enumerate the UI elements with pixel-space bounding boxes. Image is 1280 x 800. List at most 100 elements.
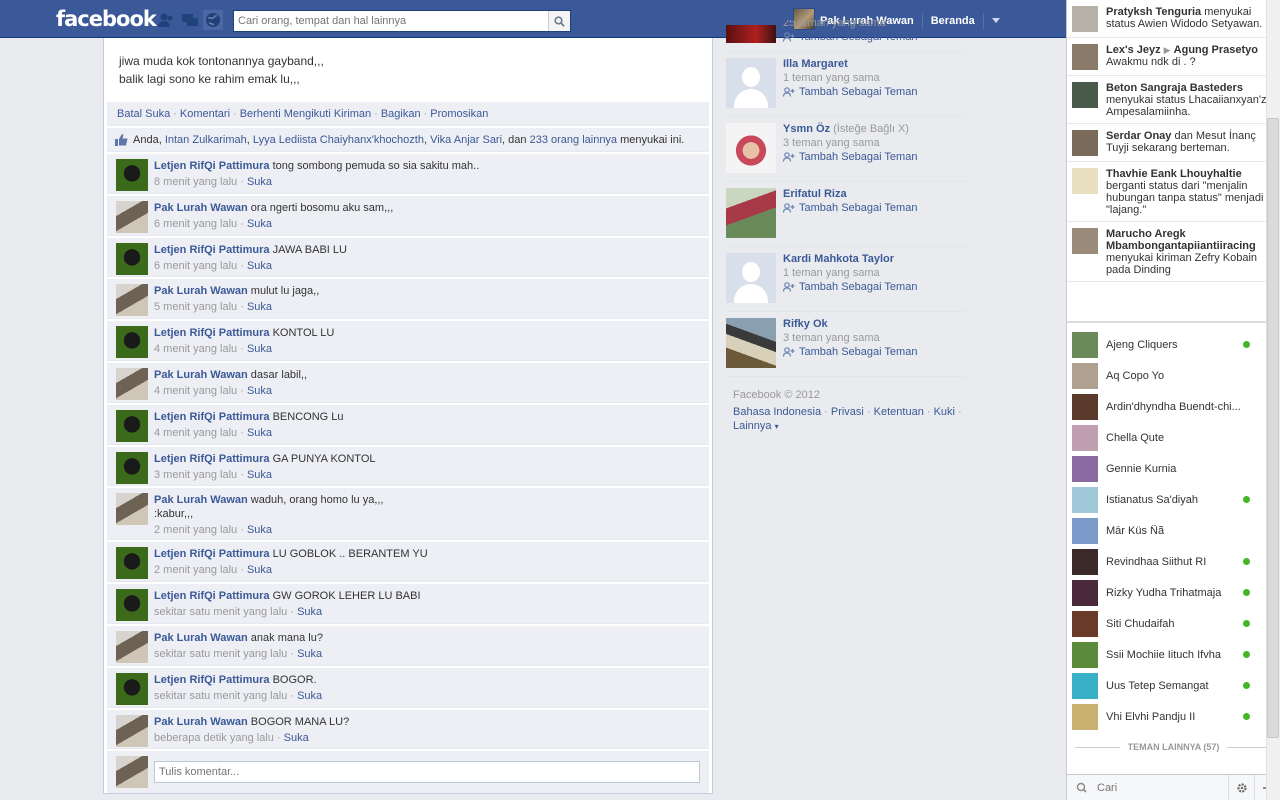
commenter-name-link[interactable]: Letjen RifQi Pattimura	[154, 674, 270, 686]
mutual-friends[interactable]: 3 teman yang sama	[783, 332, 917, 344]
commenter-avatar[interactable]	[116, 547, 148, 580]
ticker-item[interactable]: Pratyksh Tenguria menyukai status Awien …	[1067, 0, 1280, 38]
mutual-friends[interactable]: 3 teman yang sama	[783, 137, 917, 149]
mutual-friends[interactable]: 1 teman yang sama	[783, 267, 917, 279]
suggestion-name-link[interactable]: Ysmn Öz	[783, 123, 830, 135]
commenter-name-link[interactable]: Pak Lurah Wawan	[154, 369, 248, 381]
chat-friend-item[interactable]: Aq Copo Yo	[1067, 360, 1280, 391]
chat-friend-item[interactable]: Revindhaa Siithut RI	[1067, 546, 1280, 577]
facebook-logo[interactable]: facebook	[56, 7, 157, 31]
commenter-avatar[interactable]	[116, 367, 148, 400]
search-button[interactable]	[548, 11, 570, 31]
comment-timestamp[interactable]: sekitar satu menit yang lalu	[154, 690, 287, 702]
commenter-name-link[interactable]: Pak Lurah Wawan	[154, 632, 248, 644]
notifications-globe-icon[interactable]	[203, 10, 223, 30]
ticker-actor-name[interactable]: Beton Sangraja Basteders	[1106, 82, 1243, 94]
comment-like-link[interactable]: Suka	[247, 176, 272, 188]
commenter-avatar[interactable]	[116, 409, 148, 442]
commenter-avatar[interactable]	[116, 326, 148, 359]
ticker-item[interactable]: Lex's Jeyz ▶ Agung Prasetyo Awakmu ndk d…	[1067, 38, 1280, 76]
comment-like-link[interactable]: Suka	[247, 564, 272, 576]
comment-like-link[interactable]: Suka	[247, 469, 272, 481]
suggestion-name-link[interactable]: Rifky Ok	[783, 318, 828, 330]
chat-friend-item[interactable]: Uus Tetep Semangat	[1067, 670, 1280, 701]
commenter-name-link[interactable]: Pak Lurah Wawan	[154, 202, 248, 214]
commenter-avatar[interactable]	[116, 672, 148, 705]
liker-link[interactable]: Lyya Lediista Chaiyhanx'khochozth	[253, 134, 424, 146]
chat-friend-item[interactable]: Ssii Mochiie Iituch Ifvha	[1067, 639, 1280, 670]
account-menu-chevron-icon[interactable]	[991, 18, 1000, 23]
liker-link[interactable]: Vika Anjar Sari	[430, 134, 502, 146]
comment-timestamp[interactable]: sekitar satu menit yang lalu	[154, 606, 287, 618]
messages-icon[interactable]	[180, 10, 200, 30]
search-input[interactable]	[234, 11, 546, 31]
chat-settings-gear-icon[interactable]	[1228, 774, 1254, 800]
commenter-name-link[interactable]: Letjen RifQi Pattimura	[154, 160, 270, 172]
friend-requests-icon[interactable]	[156, 10, 176, 30]
scrollbar-thumb[interactable]	[1267, 118, 1279, 738]
add-friend-button[interactable]: Tambah Sebagai Teman	[783, 346, 917, 358]
add-friend-button[interactable]: Tambah Sebagai Teman	[783, 31, 917, 43]
suggestion-photo[interactable]	[726, 123, 776, 173]
suggestion-name-link[interactable]: Erifatul Riza	[783, 188, 847, 200]
comment-timestamp[interactable]: 3 menit yang lalu	[154, 469, 237, 481]
commenter-avatar[interactable]	[116, 200, 148, 233]
commenter-avatar[interactable]	[116, 451, 148, 484]
ticker-actor-name[interactable]: Serdar Onay	[1106, 130, 1171, 142]
comment-timestamp[interactable]: 5 menit yang lalu	[154, 301, 237, 313]
footer-privacy-link[interactable]: Privasi	[831, 406, 864, 418]
ticker-avatar[interactable]	[1072, 6, 1098, 32]
comment-timestamp[interactable]: 4 menit yang lalu	[154, 343, 237, 355]
comment-timestamp[interactable]: 8 menit yang lalu	[154, 176, 237, 188]
comment-like-link[interactable]: Suka	[247, 301, 272, 313]
suggestion-photo[interactable]	[726, 188, 776, 238]
comment-like-link[interactable]: Suka	[247, 218, 272, 230]
comment-like-link[interactable]: Suka	[247, 343, 272, 355]
suggestion-photo[interactable]	[726, 318, 776, 368]
add-friend-button[interactable]: Tambah Sebagai Teman	[783, 281, 917, 293]
commenter-avatar[interactable]	[116, 493, 148, 526]
chat-friend-item[interactable]: Ajeng Cliquers	[1067, 329, 1280, 360]
add-friend-button[interactable]: Tambah Sebagai Teman	[783, 202, 917, 214]
ticker-avatar[interactable]	[1072, 168, 1098, 194]
commenter-avatar[interactable]	[116, 714, 148, 747]
comment-timestamp[interactable]: 6 menit yang lalu	[154, 260, 237, 272]
add-friend-button[interactable]: Tambah Sebagai Teman	[783, 86, 917, 98]
comment-link[interactable]: Komentari	[180, 108, 230, 120]
add-friend-button[interactable]: Tambah Sebagai Teman	[783, 151, 917, 163]
chat-friend-item[interactable]: Mār Küs Ñã	[1067, 515, 1280, 546]
suggestion-name-link[interactable]: Illa Margaret	[783, 58, 848, 70]
commenter-name-link[interactable]: Pak Lurah Wawan	[154, 285, 248, 297]
mutual-friends[interactable]: 1 teman yang sama	[783, 72, 917, 84]
suggestion-photo[interactable]	[726, 253, 776, 303]
chat-friend-item[interactable]: Chella Qute	[1067, 422, 1280, 453]
ticker-item[interactable]: Beton Sangraja Basteders menyukai status…	[1067, 76, 1280, 124]
comment-like-link[interactable]: Suka	[297, 606, 322, 618]
commenter-avatar[interactable]	[116, 159, 148, 191]
commenter-name-link[interactable]: Letjen RifQi Pattimura	[154, 548, 270, 560]
comment-like-link[interactable]: Suka	[247, 427, 272, 439]
commenter-avatar[interactable]	[116, 630, 148, 663]
chat-friend-item[interactable]: Vhi Elvhi Pandju II	[1067, 701, 1280, 732]
chat-friend-item[interactable]: Rizky Yudha Trihatmaja	[1067, 577, 1280, 608]
comment-like-link[interactable]: Suka	[284, 732, 309, 744]
comment-like-link[interactable]: Suka	[297, 648, 322, 660]
commenter-avatar[interactable]	[116, 242, 148, 275]
comment-timestamp[interactable]: 4 menit yang lalu	[154, 385, 237, 397]
ticker-item[interactable]: Thavhie Eank Lhouyhaltie berganti status…	[1067, 162, 1280, 222]
ticker-avatar[interactable]	[1072, 130, 1098, 156]
commenter-name-link[interactable]: Letjen RifQi Pattimura	[154, 327, 270, 339]
ticker-item[interactable]: Serdar Onay dan Mesut İnanç Tuyji sekara…	[1067, 124, 1280, 162]
other-likers-link[interactable]: 233 orang lainnya	[530, 134, 617, 146]
suggestion-photo[interactable]	[726, 25, 776, 43]
comment-timestamp[interactable]: sekitar satu menit yang lalu	[154, 648, 287, 660]
ticker-actor-name[interactable]: Thavhie Eank Lhouyhaltie	[1106, 168, 1242, 180]
comment-timestamp[interactable]: 6 menit yang lalu	[154, 218, 237, 230]
ticker-avatar[interactable]	[1072, 82, 1098, 108]
ticker-actor-name[interactable]: Marucho Aregk Mbambongantapiiantiiracing	[1106, 228, 1256, 252]
promote-link[interactable]: Promosikan	[430, 108, 488, 120]
comment-timestamp[interactable]: 4 menit yang lalu	[154, 427, 237, 439]
comment-timestamp[interactable]: 2 menit yang lalu	[154, 524, 237, 536]
footer-terms-link[interactable]: Ketentuan	[874, 406, 924, 418]
ticker-actor-name[interactable]: Lex's Jeyz	[1106, 44, 1161, 56]
